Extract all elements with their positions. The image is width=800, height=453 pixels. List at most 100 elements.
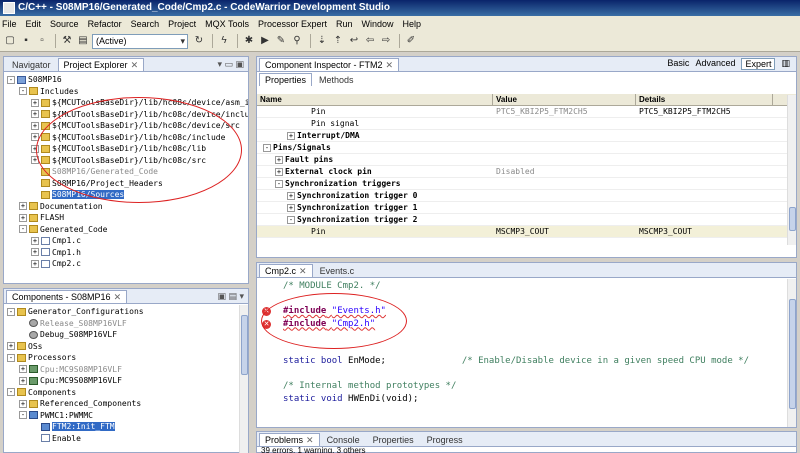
tab-component-inspector[interactable]: Component Inspector - FTM2 ✕ xyxy=(259,58,400,71)
collapse-icon[interactable]: - xyxy=(19,87,27,95)
back-icon[interactable]: ⇦ xyxy=(363,34,377,48)
property-row[interactable]: Pin PTC5_KBI2P5_FTM2CH5 PTC5_KBI2P5_FTM2CH… xyxy=(257,106,796,118)
collapse-icon[interactable]: - xyxy=(287,215,295,224)
menu-refactor[interactable]: Refactor xyxy=(88,19,122,29)
prev-annotation-icon[interactable]: ⇡ xyxy=(331,34,345,48)
tab-cmp2-c[interactable]: Cmp2.c ✕ xyxy=(259,264,313,277)
collapse-icon[interactable]: - xyxy=(7,353,15,362)
menu-source[interactable]: Source xyxy=(50,19,79,29)
property-row[interactable]: Pin MSCMP3_COUT MSCMP3_COUT xyxy=(257,226,796,238)
expand-icon[interactable]: + xyxy=(31,259,39,268)
tree-item[interactable]: + Cmp2.c xyxy=(7,258,248,270)
expand-icon[interactable]: + xyxy=(19,202,27,210)
property-row[interactable]: - Synchronization triggers xyxy=(257,178,796,190)
tree-item[interactable]: - Components xyxy=(7,387,248,399)
tab-events-c[interactable]: Events.c xyxy=(314,264,361,277)
expand-icon[interactable]: + xyxy=(287,131,295,140)
tree-item[interactable]: + Cpu:MC9S08MP16VLF xyxy=(7,364,248,376)
expand-icon[interactable]: + xyxy=(31,98,39,107)
components-scrollbar[interactable] xyxy=(239,305,248,453)
tree-item[interactable]: Debug_S08MP16VLF xyxy=(7,329,248,341)
tab-problems[interactable]: Problems ✕ xyxy=(259,433,320,446)
property-row[interactable]: Pin signal xyxy=(257,118,796,130)
view-menu-icon[interactable]: ▣ ▤ ▾ xyxy=(217,291,244,302)
next-annotation-icon[interactable]: ⇣ xyxy=(315,34,329,48)
tree-item[interactable]: - S08MP16 xyxy=(7,74,248,86)
expand-icon[interactable]: + xyxy=(19,365,27,373)
refresh-icon[interactable]: ↻ xyxy=(192,34,206,48)
last-edit-icon[interactable]: ↩ xyxy=(347,34,361,48)
tree-item[interactable]: - Includes xyxy=(7,86,248,98)
debug-icon[interactable]: ✱ xyxy=(242,34,256,48)
column-name[interactable]: Name xyxy=(257,94,493,105)
subtab-methods[interactable]: Methods xyxy=(313,73,360,86)
property-row[interactable]: - Synchronization trigger 2 xyxy=(257,214,796,226)
print-icon[interactable]: ▫ xyxy=(35,34,49,48)
build-icon[interactable]: ⚒ xyxy=(60,34,74,48)
tab-progress[interactable]: Progress xyxy=(421,433,469,446)
property-value[interactable]: PTC5_KBI2P5_FTM2CH5 xyxy=(493,106,636,117)
tree-item[interactable]: Enable xyxy=(7,433,248,445)
collapse-icon[interactable]: - xyxy=(19,225,27,233)
property-value[interactable] xyxy=(493,190,636,201)
tree-item[interactable]: + OSs xyxy=(7,341,248,353)
property-value[interactable] xyxy=(493,142,636,153)
close-icon[interactable]: ✕ xyxy=(299,266,307,276)
tab-project-explorer[interactable]: Project Explorer ✕ xyxy=(57,58,145,71)
run-icon[interactable]: ▶ xyxy=(258,34,272,48)
property-value[interactable]: MSCMP3_COUT xyxy=(493,226,636,237)
column-details[interactable]: Details xyxy=(636,94,773,105)
tree-item[interactable]: - Processors xyxy=(7,352,248,364)
tree-item[interactable]: FTM2:Init_FTM xyxy=(7,421,248,433)
new-icon[interactable]: ▢ xyxy=(3,34,17,48)
tab-components[interactable]: Components - S08MP16 ✕ xyxy=(6,290,128,303)
tab-properties[interactable]: Properties xyxy=(367,433,420,446)
collapse-icon[interactable]: - xyxy=(7,307,15,316)
mode-basic-button[interactable]: Basic xyxy=(667,58,689,70)
close-icon[interactable]: ✕ xyxy=(131,60,139,70)
forward-icon[interactable]: ⇨ xyxy=(379,34,393,48)
column-value[interactable]: Value xyxy=(493,94,636,105)
view-menu-icon[interactable]: ▾ ▭ ▣ xyxy=(217,59,244,70)
property-value[interactable] xyxy=(493,154,636,165)
property-value[interactable] xyxy=(493,130,636,141)
menu-search[interactable]: Search xyxy=(131,19,160,29)
menu-edit[interactable]: Edit xyxy=(26,19,42,29)
collapse-icon[interactable]: - xyxy=(7,75,15,84)
expand-icon[interactable]: + xyxy=(19,376,27,385)
property-value[interactable]: Disabled xyxy=(493,166,636,177)
collapse-icon[interactable]: - xyxy=(19,411,27,419)
chart-icon[interactable]: ▥ xyxy=(781,58,790,70)
property-value[interactable] xyxy=(493,202,636,213)
tree-item[interactable]: Release_S08MP16VLF xyxy=(7,318,248,330)
expand-icon[interactable]: + xyxy=(275,155,283,164)
tree-item[interactable]: + Cmp1.h xyxy=(7,247,248,259)
external-tools-icon[interactable]: ✎ xyxy=(274,34,288,48)
tree-item[interactable]: + Cpu:MC9S08MP16VLF xyxy=(7,375,248,387)
tab-navigator[interactable]: Navigator xyxy=(6,58,57,71)
close-icon[interactable]: ✕ xyxy=(386,60,394,70)
property-value[interactable] xyxy=(493,118,636,129)
menu-help[interactable]: Help xyxy=(403,19,422,29)
expand-icon[interactable]: + xyxy=(287,203,295,212)
property-value[interactable] xyxy=(493,214,636,225)
expand-icon[interactable]: + xyxy=(287,191,295,200)
menu-project[interactable]: Project xyxy=(168,19,196,29)
close-icon[interactable]: ✕ xyxy=(306,435,314,445)
expand-icon[interactable]: + xyxy=(31,121,39,130)
menu-run[interactable]: Run xyxy=(336,19,353,29)
editor-scrollbar[interactable] xyxy=(787,279,796,427)
tree-item[interactable]: + FLASH xyxy=(7,212,248,224)
mode-advanced-button[interactable]: Advanced xyxy=(695,58,735,70)
property-row[interactable]: + Synchronization trigger 1 xyxy=(257,202,796,214)
inspector-scrollbar[interactable] xyxy=(787,95,796,245)
menu-processor-expert[interactable]: Processor Expert xyxy=(258,19,327,29)
tree-item[interactable]: - Generator_Configurations xyxy=(7,306,248,318)
expand-icon[interactable]: + xyxy=(7,342,15,350)
mode-expert-button[interactable]: Expert xyxy=(741,58,776,70)
menu-window[interactable]: Window xyxy=(362,19,394,29)
menu-mqx-tools[interactable]: MQX Tools xyxy=(205,19,249,29)
tree-item[interactable]: - PWMC1:PWMMC xyxy=(7,410,248,422)
collapse-icon[interactable]: - xyxy=(275,179,283,188)
tree-item[interactable]: + Cmp1.c xyxy=(7,235,248,247)
